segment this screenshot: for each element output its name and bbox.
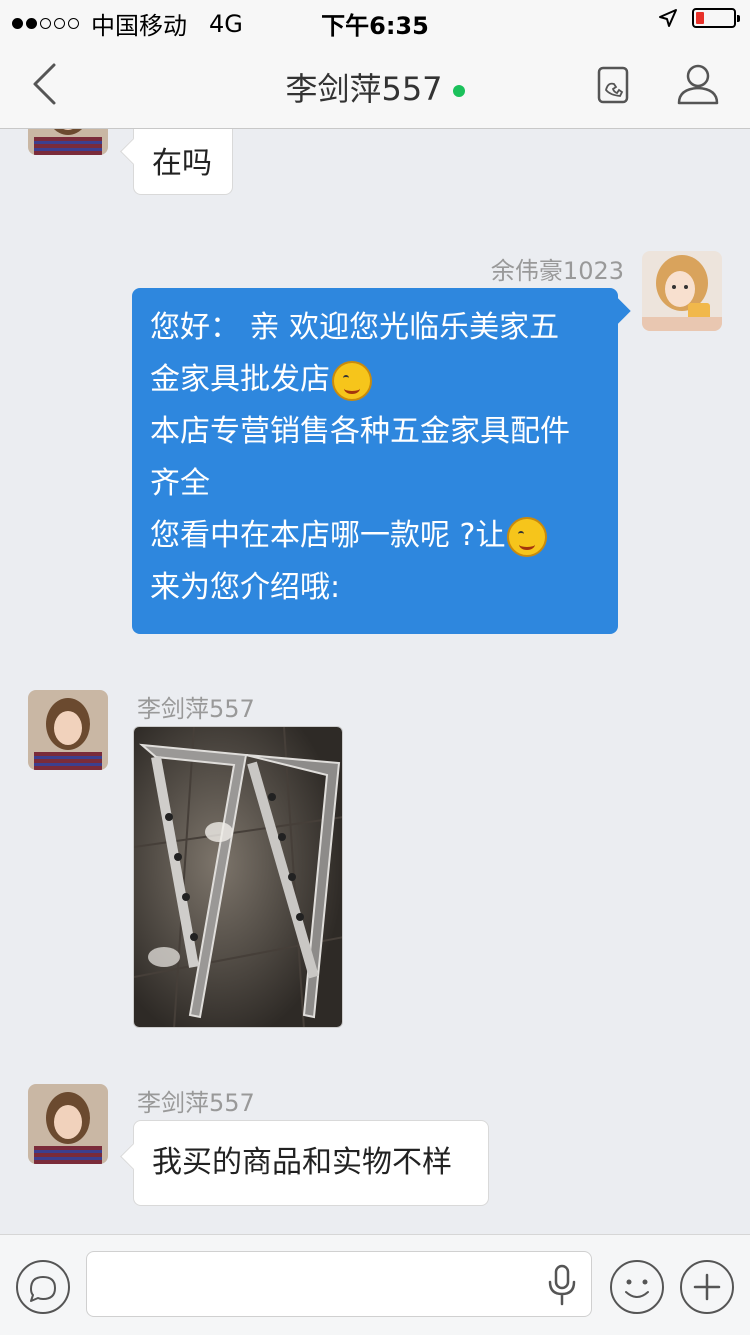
profile-icon[interactable] xyxy=(676,62,720,106)
message-bubble-incoming[interactable]: 在吗 xyxy=(133,129,233,195)
message-line: 齐全 xyxy=(150,466,210,501)
message-line: 来为您介绍哦: xyxy=(150,570,341,605)
message-bubble-outgoing[interactable]: 您好： 亲 欢迎您光临乐美家五 金家具批发店 本店专营销售各种五金家具配件 齐全… xyxy=(132,288,618,634)
clock: 下午6:35 xyxy=(321,12,429,40)
my-avatar[interactable] xyxy=(642,251,722,331)
chat-header: 李剑萍557 xyxy=(0,40,750,129)
message-text: 我买的商品和实物不样 xyxy=(152,1145,452,1180)
sender-name: 余伟豪1023 xyxy=(490,257,624,285)
image-message[interactable] xyxy=(133,726,343,1028)
emoji-icon[interactable] xyxy=(609,1259,665,1315)
message-line: 金家具批发店 xyxy=(150,362,330,397)
grinning-emoji-icon xyxy=(507,516,548,557)
plus-icon[interactable] xyxy=(679,1259,735,1315)
laughing-emoji-icon xyxy=(332,360,372,401)
online-status-dot xyxy=(452,85,465,97)
status-bar: 中国移动 4G 下午6:35 xyxy=(0,0,750,40)
contact-name: 李剑萍557 xyxy=(285,70,443,108)
message-input[interactable] xyxy=(86,1251,592,1317)
location-arrow-icon xyxy=(659,9,677,27)
message-line: 本店专营销售各种五金家具配件 xyxy=(150,414,570,449)
sender-name: 李剑萍557 xyxy=(137,695,255,723)
battery-icon xyxy=(692,8,740,28)
chat-bubble-icon[interactable] xyxy=(15,1259,71,1315)
microphone-icon[interactable] xyxy=(547,1264,577,1306)
message-line: 您看中在本店哪一款呢 ?让 xyxy=(150,518,506,553)
message-line: 您好： 亲 欢迎您光临乐美家五 xyxy=(150,310,560,345)
phone-doc-icon[interactable] xyxy=(596,66,632,106)
contact-avatar[interactable] xyxy=(28,129,108,155)
input-bar xyxy=(0,1234,750,1335)
message-text: 在吗 xyxy=(152,146,212,181)
sender-name: 李剑萍557 xyxy=(137,1089,255,1117)
chat-title: 李剑萍557 xyxy=(0,64,750,110)
message-bubble-incoming[interactable]: 我买的商品和实物不样 xyxy=(133,1120,489,1206)
contact-avatar[interactable] xyxy=(28,1084,108,1164)
contact-avatar[interactable] xyxy=(28,690,108,770)
message-list[interactable]: 在吗 余伟豪1023 您好： 亲 欢迎您光临乐美家五 金家具批发店 本店专营销售… xyxy=(0,129,750,1233)
